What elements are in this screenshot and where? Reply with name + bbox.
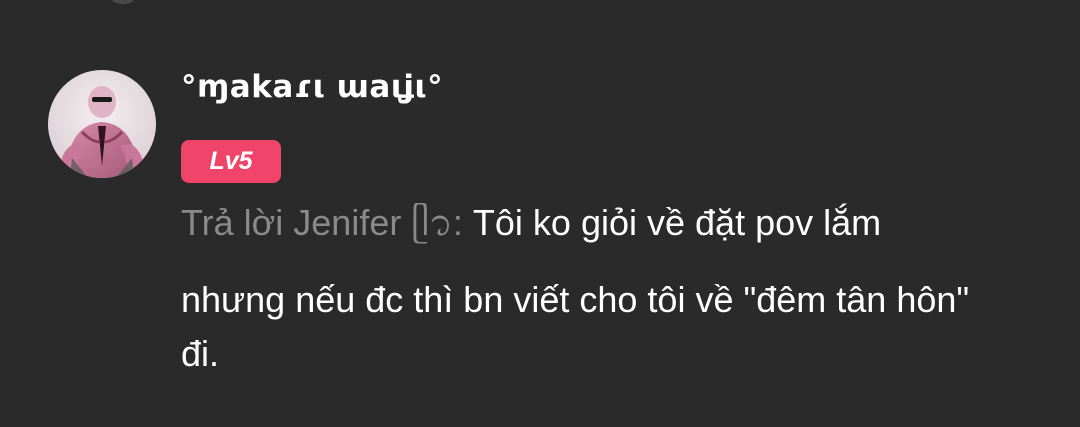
level-badge: Lv5 (181, 140, 281, 183)
comment-body: °ɱakaɾι ɯaιʝι° Lv5 Trả lời Jenifer ᥫ᭡: T… (181, 70, 1041, 381)
comment-screen: °ɱakaɾι ɯaιʝι° Lv5 Trả lời Jenifer ᥫ᭡: T… (0, 0, 1080, 427)
username[interactable]: °ɱakaɾι ɯaιʝι° (181, 70, 1041, 104)
comment-message: nhưng nếu đc thì bn viết cho tôi về "đêm… (181, 279, 970, 374)
profile-avatar-icon (48, 70, 156, 178)
reply-prefix[interactable]: Trả lời Jenifer ᥫ᭡: (181, 202, 463, 243)
previous-item-fragment (112, 0, 134, 4)
reply-text: Tôi ko giỏi về đặt pov lắm (462, 202, 882, 243)
reply-line: Trả lời Jenifer ᥫ᭡: Tôi ko giỏi về đặt p… (181, 199, 1041, 247)
user-avatar[interactable] (48, 70, 156, 178)
